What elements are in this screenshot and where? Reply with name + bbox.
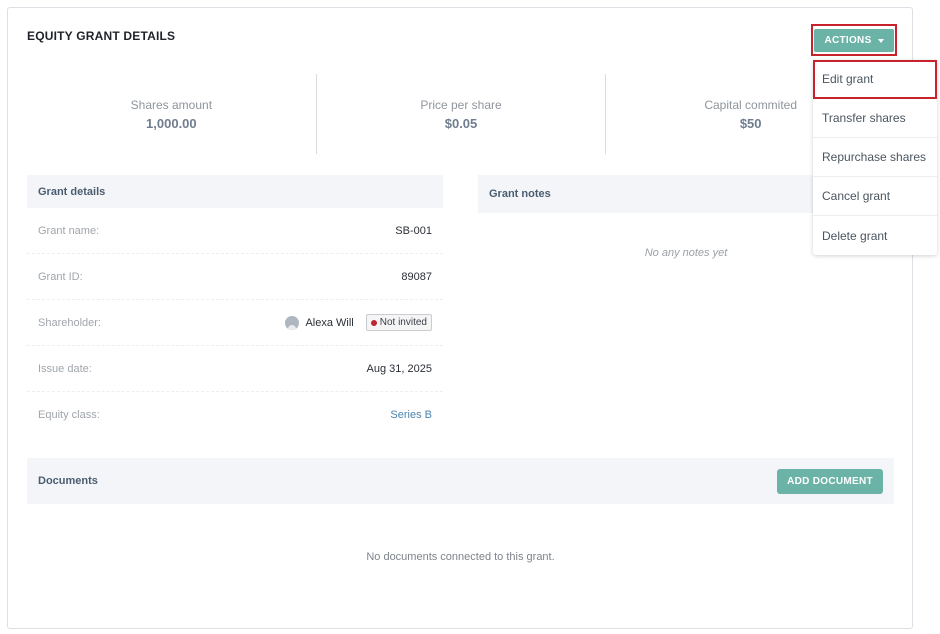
menu-item-transfer-shares[interactable]: Transfer shares xyxy=(813,99,937,138)
actions-button[interactable]: ACTIONS xyxy=(814,29,894,52)
stat-label: Price per share xyxy=(420,98,502,112)
row-issue-date: Issue date: Aug 31, 2025 xyxy=(27,346,443,392)
empty-documents-message: No documents connected to this grant. xyxy=(366,551,555,563)
stat-value: $0.05 xyxy=(444,116,478,131)
equity-grant-card: EQUITY GRANT DETAILS ACTIONS Shares amou… xyxy=(7,7,913,629)
stat-label: Shares amount xyxy=(130,98,213,112)
status-badge-label: Not invited xyxy=(379,317,427,328)
documents-title: Documents xyxy=(38,475,98,487)
row-equity-class: Equity class: Series B xyxy=(27,392,443,438)
menu-item-edit-grant[interactable]: Edit grant xyxy=(813,60,937,99)
issue-date-value: Aug 31, 2025 xyxy=(366,362,432,375)
row-label: Issue date: xyxy=(38,362,92,375)
avatar xyxy=(285,315,300,330)
menu-item-delete-grant[interactable]: Delete grant xyxy=(813,216,937,255)
status-badge: Not invited xyxy=(365,314,432,331)
grant-id-value: 89087 xyxy=(401,270,432,283)
row-grant-id: Grant ID: 89087 xyxy=(27,254,443,300)
row-shareholder: Shareholder: Alexa Will Not invited xyxy=(27,300,443,346)
documents-header: Documents ADD DOCUMENT xyxy=(27,458,894,504)
menu-item-repurchase-shares[interactable]: Repurchase shares xyxy=(813,138,937,177)
stat-price-per-share: Price per share $0.05 xyxy=(315,74,606,154)
caret-down-icon xyxy=(877,38,884,43)
shareholder-name: Alexa Will xyxy=(305,316,354,329)
grant-details-title: Grant details xyxy=(27,175,443,208)
row-label: Grant name: xyxy=(38,224,100,237)
grant-details-panel: Grant details Grant name: SB-001 Grant I… xyxy=(27,175,443,438)
equity-class-link[interactable]: Series B xyxy=(390,409,432,421)
add-document-button[interactable]: ADD DOCUMENT xyxy=(777,468,883,494)
shareholder-value[interactable]: Alexa Will Not invited xyxy=(285,314,432,331)
stats-bar: Shares amount 1,000.00 Price per share $… xyxy=(27,74,895,154)
menu-item-cancel-grant[interactable]: Cancel grant xyxy=(813,177,937,216)
stat-shares-amount: Shares amount 1,000.00 xyxy=(27,74,316,154)
row-label: Grant ID: xyxy=(38,270,83,283)
actions-button-label: ACTIONS xyxy=(824,35,872,46)
page-title: EQUITY GRANT DETAILS xyxy=(27,29,176,43)
row-grant-name: Grant name: SB-001 xyxy=(27,208,443,254)
grant-name-value: SB-001 xyxy=(395,224,432,237)
actions-dropdown-menu: Edit grant Transfer shares Repurchase sh… xyxy=(813,60,937,255)
row-label: Shareholder: xyxy=(38,316,101,329)
row-label: Equity class: xyxy=(38,409,100,421)
status-dot-icon xyxy=(370,319,377,326)
stat-value: 1,000.00 xyxy=(146,116,197,131)
